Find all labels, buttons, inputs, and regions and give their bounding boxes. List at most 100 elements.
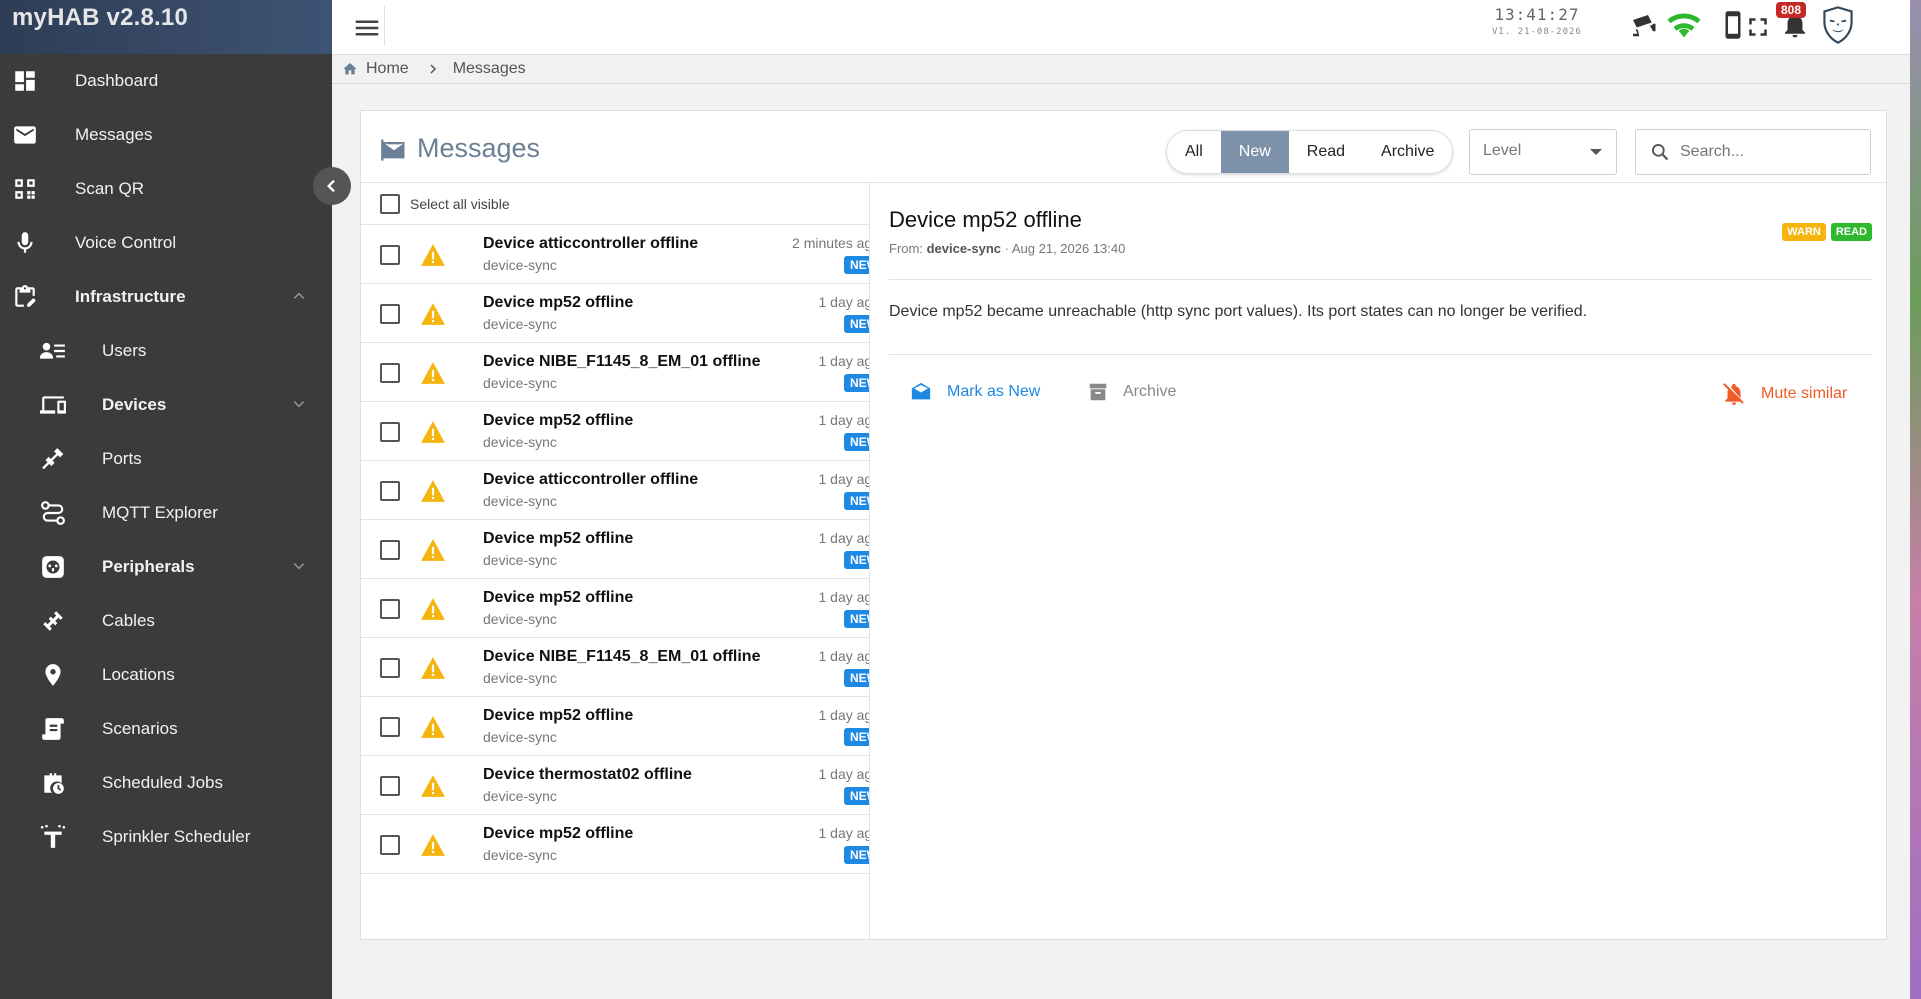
message-checkbox[interactable] (380, 835, 400, 855)
sidebar-item-mqtt-explorer[interactable]: MQTT Explorer (0, 486, 332, 540)
message-time-clip: 2 minutes ago (741, 235, 869, 253)
message-source: device-sync (483, 552, 557, 568)
message-title: Device thermostat02 offline (483, 766, 692, 783)
sidebar-item-label: Locations (102, 665, 175, 684)
sidebar-item-messages[interactable]: Messages (0, 108, 332, 162)
qr-icon (15, 179, 35, 199)
sidebar-item-users[interactable]: Users (0, 324, 332, 378)
message-time-clip: 1 day ago (741, 353, 870, 371)
chevron-down-icon (293, 563, 305, 570)
warning-icon (421, 303, 445, 325)
warning-icon (421, 598, 445, 620)
fullscreen-icon[interactable] (1738, 12, 1778, 42)
message-checkbox[interactable] (380, 717, 400, 737)
sidebar-item-scheduled-jobs[interactable]: Scheduled Jobs (0, 756, 332, 810)
wifi-icon[interactable] (1663, 6, 1705, 42)
message-row[interactable]: Device atticcontroller offline device-syn… (361, 461, 869, 520)
message-row[interactable]: Device mp52 offline device-sync 1 day ago N… (361, 815, 869, 874)
sidebar-item-label: Sprinkler Scheduler (102, 827, 251, 846)
new-badge: NEW (844, 315, 869, 333)
message-row[interactable]: Device thermostat02 offline device-sync 1 … (361, 756, 869, 815)
breadcrumb-current: Messages (452, 60, 526, 77)
sidebar-item-peripherals[interactable]: Peripherals (0, 540, 332, 594)
window-edge (1910, 0, 1921, 999)
message-checkbox[interactable] (380, 481, 400, 501)
cctv-camera-icon[interactable] (1628, 10, 1658, 40)
archive-label: Archive (1123, 383, 1177, 400)
dropdown-arrow-icon (1590, 149, 1602, 155)
sidebar-item-locations[interactable]: Locations (0, 648, 332, 702)
sidebar-item-ports[interactable]: Ports (0, 432, 332, 486)
hamburger-menu-icon[interactable] (352, 13, 382, 43)
mark-as-new-button[interactable]: Mark as New (909, 381, 1040, 403)
filter-new-button[interactable]: New (1220, 131, 1289, 173)
page-title: Messages (379, 133, 540, 164)
message-checkbox[interactable] (380, 363, 400, 383)
filter-all-button[interactable]: All (1167, 131, 1221, 173)
message-checkbox[interactable] (380, 658, 400, 678)
message-checkbox[interactable] (380, 245, 400, 265)
message-row[interactable]: Device NIBE_F1145_8_EM_01 offline device-… (361, 638, 869, 697)
detail-date: · Aug 21, 2026 13:40 (1004, 241, 1126, 256)
detail-badges: WARN READ (1782, 223, 1872, 241)
sidebar-item-infrastructure[interactable]: Infrastructure (0, 270, 332, 324)
message-checkbox[interactable] (380, 776, 400, 796)
search-input[interactable] (1680, 143, 1850, 161)
sidebar-item-scan-qr[interactable]: Scan QR (0, 162, 332, 216)
message-checkbox[interactable] (380, 422, 400, 442)
message-checkbox[interactable] (380, 599, 400, 619)
home-icon[interactable] (342, 61, 358, 77)
message-time: 1 day ago (818, 294, 870, 310)
sidebar-item-cables[interactable]: Cables (0, 594, 332, 648)
message-row[interactable]: Device atticcontroller offline device-syn… (361, 225, 869, 284)
sidebar-collapse-button[interactable] (313, 167, 351, 205)
message-title: Device atticcontroller offline (483, 235, 699, 252)
filter-archive-button[interactable]: Archive (1363, 131, 1452, 173)
level-select[interactable]: Level (1469, 129, 1617, 175)
message-checkbox[interactable] (380, 540, 400, 560)
message-title: Device mp52 offline (483, 825, 634, 842)
mail-icon (14, 126, 36, 144)
message-time-clip: 1 day ago (741, 412, 870, 430)
select-all-checkbox[interactable] (380, 193, 400, 214)
mark-as-new-label: Mark as New (947, 383, 1041, 400)
divider (384, 6, 385, 46)
sidebar-item-sprinkler-scheduler[interactable]: Sprinkler Scheduler (0, 810, 332, 864)
sidebar-item-label: Users (102, 341, 147, 360)
message-row[interactable]: Device NIBE_F1145_8_EM_01 offline device-… (361, 343, 869, 402)
plug-icon (42, 447, 64, 470)
breadcrumb: Home Messages (332, 55, 1910, 84)
notification-count-badge: 808 (1776, 2, 1807, 18)
sidebar-item-voice-control[interactable]: Voice Control (0, 216, 332, 270)
message-time-clip: 1 day ago (741, 471, 870, 489)
breadcrumb-home[interactable]: Home (366, 60, 409, 78)
message-row[interactable]: Device mp52 offline device-sync 1 day ago N… (361, 284, 869, 343)
sidebar-item-scenarios[interactable]: Scenarios (0, 702, 332, 756)
detail-body: Device mp52 became unreachable (http syn… (889, 303, 1588, 320)
sidebar-item-label: Scheduled Jobs (102, 773, 223, 792)
message-source: device-sync (483, 611, 557, 627)
archive-button[interactable]: Archive (1087, 381, 1176, 403)
page-title-label: Messages (417, 133, 541, 163)
sidebar-item-dashboard[interactable]: Dashboard (0, 54, 332, 108)
status-badge: READ (1830, 223, 1872, 241)
top-bar: 13:41:27 VI. 21-08-2026 808 (332, 0, 1921, 55)
location-pin-icon (45, 664, 61, 686)
new-badge: NEW (844, 256, 869, 274)
user-avatar-icon[interactable] (1821, 6, 1855, 44)
message-time: 1 day ago (818, 471, 870, 487)
message-row[interactable]: Device mp52 offline device-sync 1 day ago N… (361, 579, 869, 638)
mute-similar-button[interactable]: Mute similar (1721, 381, 1847, 407)
level-badge: WARN (1782, 223, 1826, 241)
message-time: 1 day ago (818, 825, 870, 841)
filter-read-button[interactable]: Read (1289, 131, 1363, 173)
message-row[interactable]: Device mp52 offline device-sync 1 day ago N… (361, 520, 869, 579)
message-source: device-sync (483, 788, 557, 804)
message-row[interactable]: Device mp52 offline device-sync 1 day ago N… (361, 697, 869, 756)
message-source: device-sync (483, 847, 557, 863)
message-list: Select all visible Device atticcontrolle… (361, 183, 870, 940)
message-checkbox[interactable] (380, 304, 400, 324)
message-row[interactable]: Device mp52 offline device-sync 1 day ago N… (361, 402, 869, 461)
message-time-clip: 1 day ago (741, 294, 870, 312)
sidebar-item-devices[interactable]: Devices (0, 378, 332, 432)
